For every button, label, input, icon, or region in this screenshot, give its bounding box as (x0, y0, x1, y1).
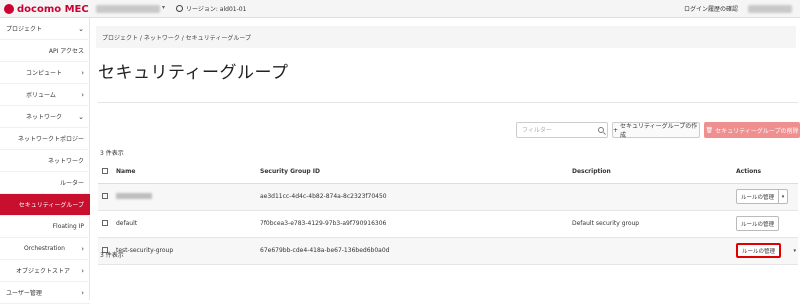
sidebar-item-label: API アクセス (48, 48, 84, 55)
chevron-right-icon: › (81, 288, 84, 297)
main-content: プロジェクト / ネットワーク / セキュリティーグループ セキュリティーグルー… (90, 18, 800, 300)
row-checkbox[interactable] (102, 219, 108, 226)
row-checkbox[interactable] (102, 192, 108, 199)
item-count-top: 3 件表示 (100, 150, 124, 157)
sidebar-item-volume[interactable]: ボリューム › (0, 84, 90, 106)
brand-name: docomo MEC (17, 3, 89, 15)
row-actions-cell: ルールの管理 ▾ (732, 183, 798, 211)
select-all-checkbox[interactable] (102, 167, 108, 174)
filter-input[interactable] (516, 122, 608, 138)
breadcrumb-text[interactable]: プロジェクト / ネットワーク / セキュリティーグループ (102, 33, 251, 42)
manage-rules-button[interactable]: ルールの管理 (738, 245, 779, 256)
sidebar-item-network-group[interactable]: ネットワーク ⌄ (0, 106, 90, 128)
sidebar-item-security-groups[interactable]: セキュリティーグループ (0, 194, 90, 216)
security-groups-table: Name Security Group ID Description Actio… (98, 161, 798, 265)
row-select-cell (98, 183, 112, 211)
region-label: リージョン: ald01-01 (186, 6, 247, 13)
item-count-bottom: 3 件表示 (100, 252, 124, 259)
plus-icon: + (613, 126, 619, 134)
divider (98, 102, 798, 103)
row-id-cell: 7f0bcea3-e783-4129-97b3-a9f790916306 (256, 210, 568, 238)
manage-rules-button[interactable]: ルールの管理 (737, 217, 778, 230)
row-actions-cell: ルールの管理 ▾ (732, 237, 798, 265)
row-name-blurred[interactable] (116, 192, 152, 199)
column-header-description[interactable]: Description (568, 161, 732, 184)
sidebar-item-label: Floating IP (52, 223, 84, 230)
sidebar-item-floating-ip[interactable]: Floating IP (0, 216, 90, 238)
sidebar-item-label: コンピュート (26, 70, 63, 77)
logo-icon (4, 4, 14, 14)
sidebar-item-label: ネットワーク (47, 158, 84, 165)
row-description-cell: Default security group (568, 210, 732, 238)
chevron-right-icon: › (81, 244, 84, 253)
sidebar-item-compute[interactable]: コンピュート › (0, 62, 90, 84)
project-selector-blurred[interactable] (96, 5, 160, 13)
sidebar-item-label: オブジェクトストア (16, 268, 71, 275)
page-title: セキュリティーグループ (98, 63, 289, 83)
search-icon[interactable] (598, 127, 604, 133)
table-row: ae3d11cc-4d4c-4b82-874a-8c2323f70450 ルール… (98, 183, 798, 211)
row-id-cell: 67e679bb-cde4-418a-be67-136bed6b0a0d (256, 237, 568, 265)
row-actions-cell: ルールの管理 (732, 210, 798, 238)
manage-rules-button[interactable]: ルールの管理 (737, 190, 778, 203)
sidebar-item-network-topology[interactable]: ネットワークトポロジー (0, 128, 90, 150)
table-row: test-security-group 67e679bb-cde4-418a-b… (98, 237, 798, 265)
chevron-down-icon[interactable]: ▾ (778, 190, 787, 203)
user-menu-blurred[interactable] (748, 5, 792, 13)
column-header-sgid[interactable]: Security Group ID (256, 161, 568, 184)
sidebar-item-label: セキュリティーグループ (18, 202, 84, 209)
chevron-down-icon: ⌄ (78, 24, 84, 33)
chevron-right-icon: › (81, 266, 84, 275)
chevron-down-icon[interactable]: ▾ (162, 4, 165, 11)
sidebar: プロジェクト ⌄ API アクセス コンピュート › ボリューム › ネットワー… (0, 18, 90, 304)
sidebar-item-routers[interactable]: ルーター (0, 172, 90, 194)
column-header-name[interactable]: Name (112, 161, 256, 184)
row-id-cell: ae3d11cc-4d4c-4b82-874a-8c2323f70450 (256, 183, 568, 211)
sidebar-item-label: プロジェクト (6, 26, 43, 33)
row-name-cell[interactable]: default (112, 210, 256, 238)
login-history-link[interactable]: ログイン履歴の確認 (684, 4, 738, 13)
sidebar-item-object-store[interactable]: オブジェクトストア › (0, 260, 90, 282)
sidebar-item-label: Orchestration (24, 245, 65, 252)
region-selector[interactable]: リージョン: ald01-01 (176, 4, 246, 13)
breadcrumb: プロジェクト / ネットワーク / セキュリティーグループ (96, 26, 796, 48)
sidebar-item-label: ネットワークトポロジー (17, 136, 84, 143)
chevron-right-icon: › (81, 68, 84, 77)
table-header-row: Name Security Group ID Description Actio… (98, 161, 798, 184)
sidebar-item-label: ネットワーク (26, 114, 63, 121)
sidebar-item-networks[interactable]: ネットワーク (0, 150, 90, 172)
row-select-cell (98, 210, 112, 238)
top-bar: docomo MEC ▾ リージョン: ald01-01 ログイン履歴の確認 (0, 0, 800, 18)
row-actions-group: ルールの管理 (736, 216, 780, 231)
sidebar-item-label: ルーター (59, 180, 84, 187)
row-description-cell (568, 183, 732, 211)
column-header-actions: Actions (732, 161, 798, 184)
sidebar-item-label: ボリューム (26, 92, 56, 99)
sidebar-item-orchestration[interactable]: Orchestration › (0, 238, 90, 260)
trash-icon: 🗑 (705, 126, 714, 134)
brand-logo[interactable]: docomo MEC (4, 2, 89, 16)
select-all-cell (98, 161, 112, 184)
row-name-cell[interactable]: test-security-group (112, 237, 256, 265)
row-name-cell (112, 183, 256, 211)
create-button-label: セキュリティーグループの作成 (620, 123, 698, 139)
sidebar-item-user-management[interactable]: ユーザー管理 › (0, 282, 90, 304)
row-description-cell (568, 237, 732, 265)
delete-security-groups-button[interactable]: 🗑 セキュリティーグループの削除 (704, 122, 800, 138)
row-actions-group-highlighted: ルールの管理 (736, 243, 782, 258)
sidebar-item-label: ユーザー管理 (6, 290, 42, 297)
chevron-right-icon: › (81, 90, 84, 99)
chevron-down-icon[interactable]: ▾ (793, 248, 796, 254)
delete-button-label: セキュリティーグループの削除 (715, 127, 799, 135)
row-actions-group: ルールの管理 ▾ (736, 189, 789, 204)
create-security-group-button[interactable]: + セキュリティーグループの作成 (612, 122, 700, 139)
chevron-down-icon: ⌄ (78, 112, 84, 121)
sidebar-item-api-access[interactable]: API アクセス (0, 40, 90, 62)
sidebar-item-project[interactable]: プロジェクト ⌄ (0, 18, 90, 40)
globe-icon (176, 5, 183, 12)
table-row: default 7f0bcea3-e783-4129-97b3-a9f79091… (98, 210, 798, 238)
